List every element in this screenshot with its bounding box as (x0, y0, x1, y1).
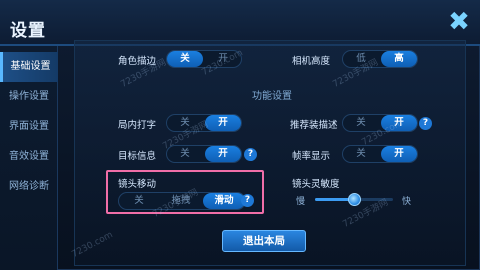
toggle-option-high[interactable]: 高 (381, 51, 417, 67)
toggle-option-on[interactable]: 开 (205, 115, 241, 131)
camera-sensitivity-label: 镜头灵敏度 (292, 179, 340, 190)
toggle-option-off[interactable]: 关 (343, 115, 379, 131)
recommend-desc-toggle[interactable]: 关 开 (342, 114, 418, 132)
slider-min-label: 慢 (296, 197, 306, 207)
target-info-toggle[interactable]: 关 开 (166, 145, 242, 163)
toggle-option-off[interactable]: 关 (167, 146, 203, 162)
camera-height-toggle[interactable]: 低 高 (342, 50, 418, 68)
help-icon[interactable]: ? (241, 194, 254, 207)
help-icon[interactable]: ? (244, 148, 257, 161)
camera-tilt-toggle[interactable]: 关 开 (166, 50, 242, 68)
slider-handle[interactable] (348, 193, 361, 206)
toggle-option-on[interactable]: 开 (205, 146, 241, 162)
sidebar-item-network[interactable]: 网络诊断 (0, 172, 58, 202)
toggle-option-low[interactable]: 低 (343, 51, 379, 67)
camera-move-label: 镜头移动 (118, 179, 157, 190)
sidebar-item-sound[interactable]: 音效设置 (0, 142, 58, 172)
toggle-option-on[interactable]: 开 (205, 51, 241, 67)
toggle-option-on[interactable]: 开 (381, 146, 417, 162)
slider-max-label: 快 (402, 197, 412, 207)
toggle-option-off[interactable]: 关 (167, 51, 203, 67)
sidebar-item-interface[interactable]: 界面设置 (0, 112, 58, 142)
sidebar: 基础设置 操作设置 界面设置 音效设置 网络诊断 (0, 46, 58, 270)
camera-move-option-slide[interactable]: 滑动 (203, 193, 245, 209)
toggle-option-off[interactable]: 关 (167, 115, 203, 131)
camera-move-option-off[interactable]: 关 (119, 193, 159, 209)
sidebar-item-basic[interactable]: 基础设置 (0, 52, 58, 82)
close-x-icon[interactable]: ✖ (444, 9, 474, 36)
exit-match-button[interactable]: 退出本局 (222, 230, 306, 252)
camera-height-label: 相机高度 (292, 56, 331, 67)
camera-tilt-label: 角色描边 (118, 56, 157, 67)
ingame-typing-label: 局内打字 (118, 120, 157, 131)
section-title: 功能设置 (252, 91, 292, 102)
toggle-option-off[interactable]: 关 (343, 146, 379, 162)
target-info-label: 目标信息 (118, 151, 157, 162)
ingame-typing-toggle[interactable]: 关 开 (166, 114, 242, 132)
frame-rate-label: 帧率显示 (292, 151, 331, 162)
frame-rate-toggle[interactable]: 关 开 (342, 145, 418, 163)
camera-sensitivity-slider[interactable] (315, 193, 393, 206)
page-title: 设置 (10, 21, 46, 41)
help-icon[interactable]: ? (419, 117, 432, 130)
recommend-desc-label: 推荐装描述 (290, 120, 338, 131)
sidebar-item-controls[interactable]: 操作设置 (0, 82, 58, 112)
toggle-option-on[interactable]: 开 (381, 115, 417, 131)
camera-move-selector[interactable]: 关 拖拽 滑动 (118, 192, 246, 210)
camera-move-option-drag[interactable]: 拖拽 (161, 193, 201, 209)
